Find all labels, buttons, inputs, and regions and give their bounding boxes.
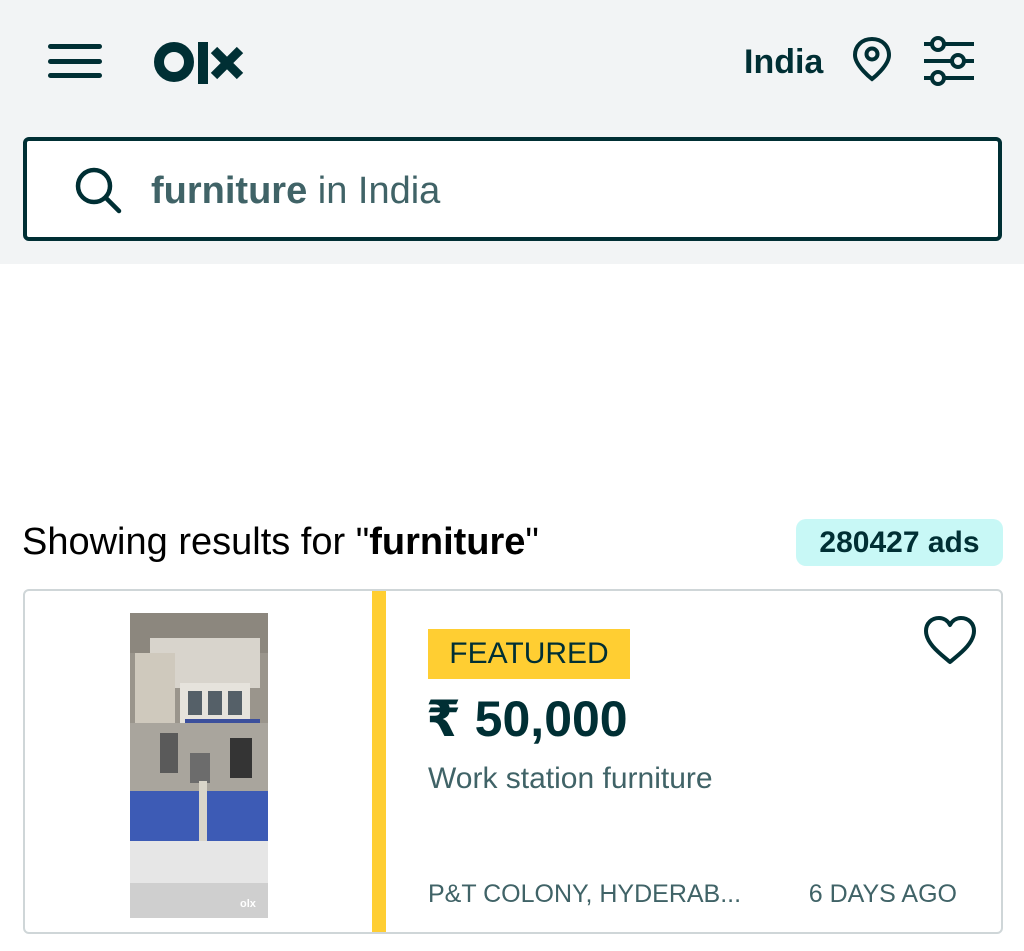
thumb-watermark: olx — [240, 898, 257, 910]
results-heading: Showing results for "furniture" — [22, 518, 539, 566]
results-prefix: Showing results for " — [22, 521, 370, 563]
featured-accent-bar — [372, 591, 386, 932]
listing-card[interactable]: olx FEATURED ₹ 50,000 Work station furni… — [23, 589, 1003, 934]
olx-logo[interactable] — [152, 34, 248, 90]
hamburger-line — [48, 73, 102, 78]
listing-thumbnail[interactable]: olx — [130, 613, 268, 918]
hamburger-line — [48, 58, 102, 64]
favorite-heart-icon[interactable] — [922, 615, 978, 667]
search-query: furniture — [151, 170, 308, 212]
search-query-text: furniture in India — [151, 167, 440, 215]
listing-price: ₹ 50,000 — [426, 691, 628, 747]
listing-location: P&T COLONY, HYDERAB... — [428, 880, 742, 908]
location-label[interactable]: India — [744, 40, 823, 84]
results-query: furniture — [369, 521, 526, 563]
results-suffix: " — [525, 521, 539, 563]
filter-sliders-icon[interactable] — [920, 36, 978, 86]
search-input[interactable]: furniture in India — [23, 137, 1002, 241]
search-icon — [75, 167, 122, 214]
featured-badge: FEATURED — [428, 629, 630, 679]
location-pin-icon[interactable] — [850, 36, 894, 82]
app-header: India furniture in India — [0, 0, 1024, 264]
listing-date: 6 DAYS AGO — [808, 880, 957, 908]
menu-button[interactable] — [46, 40, 104, 82]
search-scope: in India — [307, 170, 441, 212]
hamburger-icon — [48, 44, 102, 49]
ads-count-badge: 280427 ads — [796, 519, 1003, 566]
listing-title: Work station furniture — [428, 762, 713, 795]
